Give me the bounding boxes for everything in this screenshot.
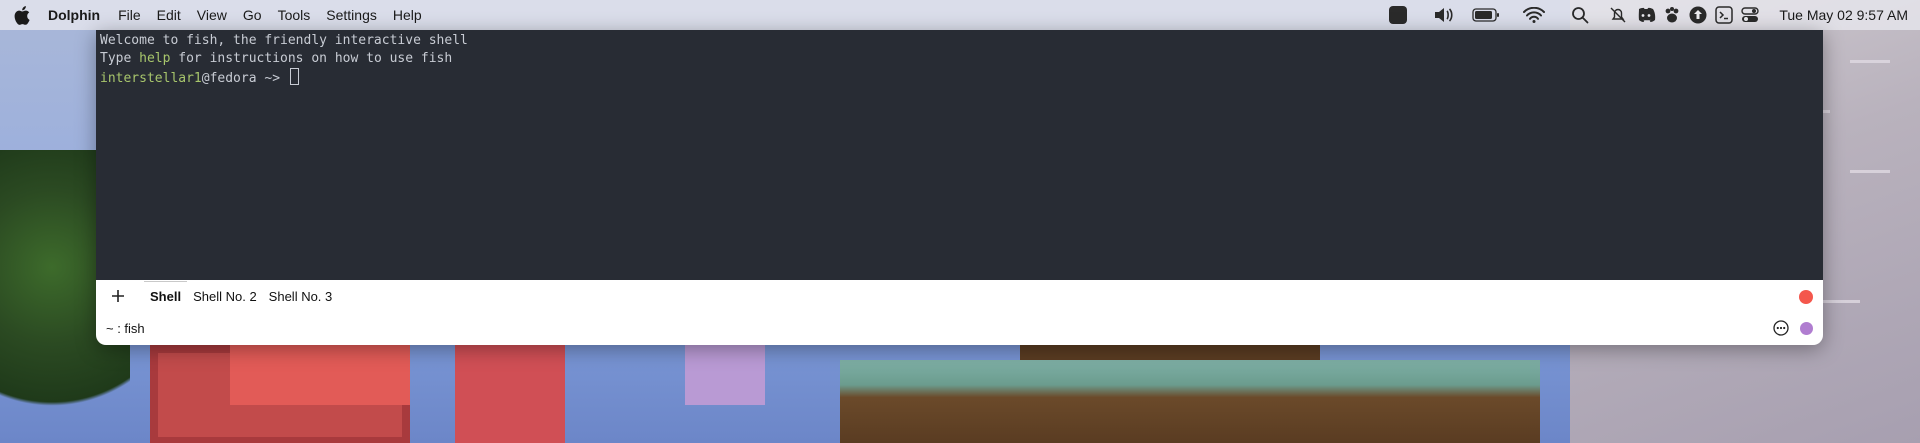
terminal-icon[interactable] xyxy=(1713,4,1735,26)
menu-app-name[interactable]: Dolphin xyxy=(48,7,100,23)
wifi-icon[interactable] xyxy=(1523,4,1546,26)
terminal-view[interactable]: Welcome to fish, the friendly interactiv… xyxy=(96,30,1823,280)
tab-shell-no-3[interactable]: Shell No. 3 xyxy=(263,283,339,310)
tab-shell-no-2[interactable]: Shell No. 2 xyxy=(187,283,263,310)
wallpaper-pink-tree xyxy=(455,345,565,443)
prompt-user: interstellar1 xyxy=(100,71,202,86)
wallpaper-grass xyxy=(840,360,1540,443)
menu-help[interactable]: Help xyxy=(393,7,422,23)
terminal-prompt-line[interactable]: interstellar1@fedora ~> xyxy=(100,68,1819,88)
control-center-icon[interactable] xyxy=(1739,4,1761,26)
menubar-clock[interactable]: Tue May 02 9:57 AM xyxy=(1779,7,1908,23)
bell-off-icon[interactable] xyxy=(1607,4,1629,26)
volume-icon[interactable] xyxy=(1433,4,1455,26)
help-prefix: Type xyxy=(100,51,140,66)
terminal-window: Welcome to fish, the friendly interactiv… xyxy=(96,30,1823,345)
terminal-help-line: Type help for instructions on how to use… xyxy=(100,50,1819,68)
battery-icon[interactable] xyxy=(1471,4,1501,26)
menu-settings[interactable]: Settings xyxy=(326,7,377,23)
terminal-cursor xyxy=(289,68,299,85)
tab-shell[interactable]: Shell xyxy=(144,280,188,310)
profile-avatar[interactable] xyxy=(1800,322,1813,335)
new-tab-button[interactable] xyxy=(108,286,128,306)
help-keyword: help xyxy=(139,51,171,66)
close-window-button[interactable] xyxy=(1799,290,1813,304)
plus-icon xyxy=(112,290,124,302)
search-icon[interactable] xyxy=(1569,4,1591,26)
tab-bar: Shell Shell No. 2 Shell No. 3 xyxy=(96,280,1823,312)
paw-icon[interactable] xyxy=(1661,4,1683,26)
menu-file[interactable]: File xyxy=(118,7,141,23)
terminal-welcome-line: Welcome to fish, the friendly interactiv… xyxy=(100,33,468,48)
menu-tools[interactable]: Tools xyxy=(278,7,311,23)
status-bar: ~ : fish xyxy=(96,312,1823,345)
help-suffix: for instructions on how to use fish xyxy=(170,51,453,66)
menu-view[interactable]: View xyxy=(197,7,227,23)
prompt-path: ~> xyxy=(256,71,288,86)
menu-edit[interactable]: Edit xyxy=(157,7,181,23)
wallpaper-pink-tree xyxy=(230,345,410,405)
status-path-text: ~ : fish xyxy=(106,321,145,336)
menu-bar: Dolphin File Edit View Go Tools Settings… xyxy=(0,0,1920,30)
status-area: Tue May 02 9:57 AM xyxy=(1387,0,1920,30)
apple-logo-icon[interactable] xyxy=(12,5,32,25)
menu-go[interactable]: Go xyxy=(243,7,262,23)
wallpaper-purple-tree xyxy=(685,345,765,405)
more-options-icon[interactable] xyxy=(1773,320,1789,336)
stop-icon[interactable] xyxy=(1387,4,1409,26)
discord-icon[interactable] xyxy=(1635,4,1657,26)
upload-icon[interactable] xyxy=(1687,4,1709,26)
prompt-host: @fedora xyxy=(201,71,257,86)
